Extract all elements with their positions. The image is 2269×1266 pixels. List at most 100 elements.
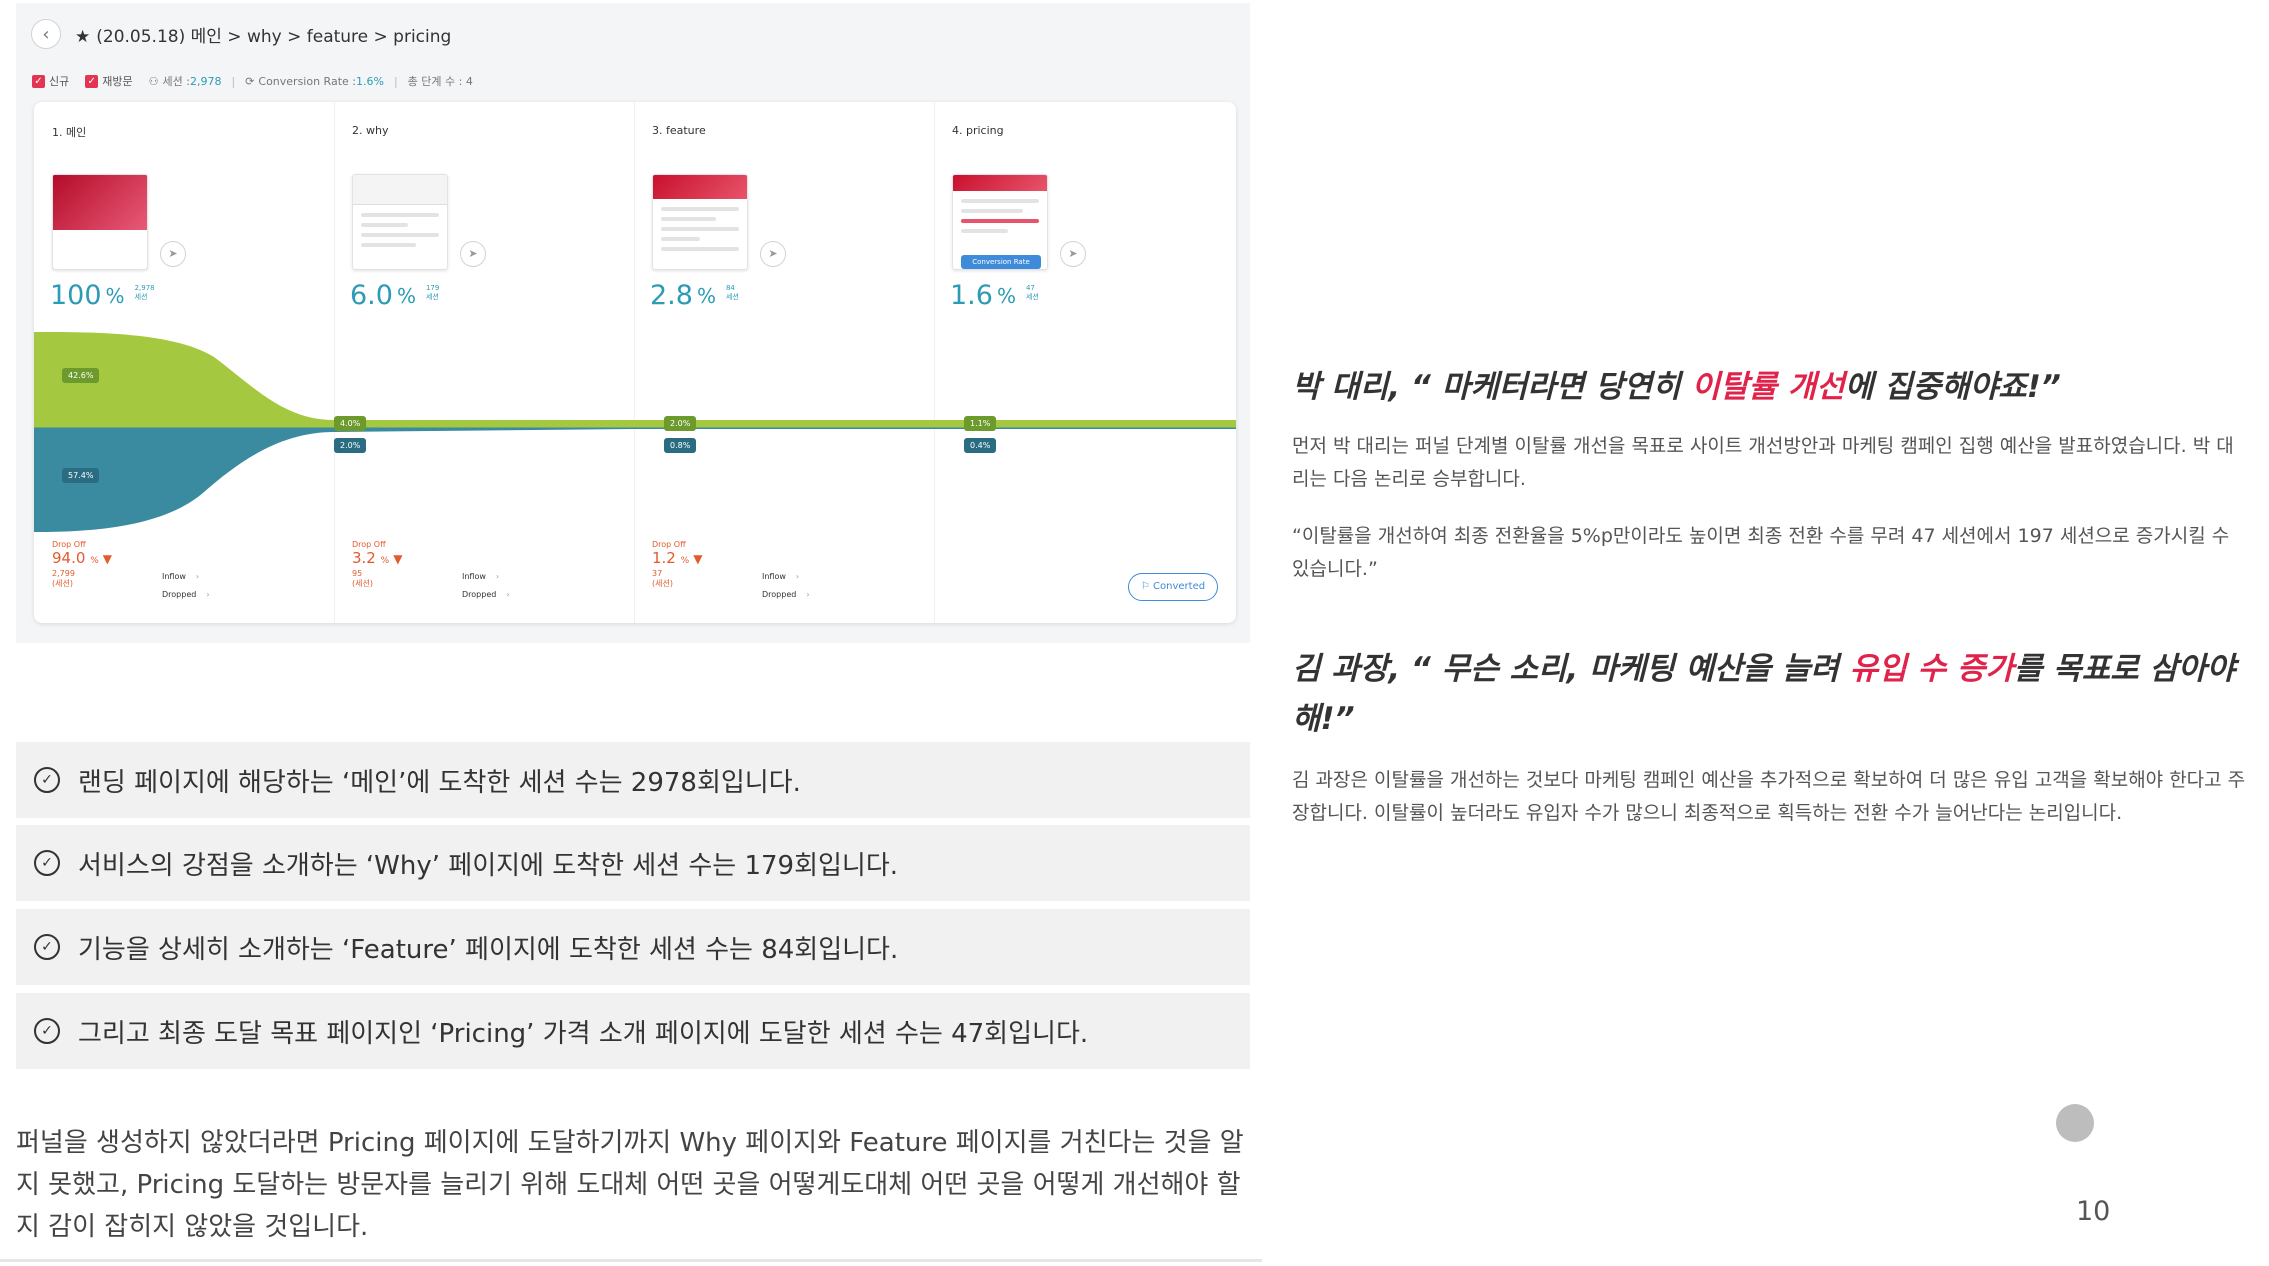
scroll-indicator[interactable] <box>2056 1104 2094 1142</box>
funnel-title: ★ (20.05.18) 메인 > why > feature > pricing <box>75 22 451 47</box>
inflow-label: Inflow <box>762 572 786 581</box>
returning-checkbox[interactable]: ✓ <box>85 74 99 88</box>
funnel-step-pricing: 4. pricing Conversion Rate ➤ 1.6 % 47 세션 … <box>934 102 1234 623</box>
step-label: 1. 메인 <box>52 126 87 139</box>
next-step-button[interactable]: ➤ <box>460 241 486 267</box>
step-session-count: 2,978 세션 <box>135 284 155 302</box>
divider <box>0 1259 1262 1262</box>
quote-pre: 김 과장, “ 무슨 소리, 마케팅 예산을 늘려 <box>1292 651 1850 687</box>
drop-off-block: Drop Off 94.0 % ▼ 2,799 (세션) Inflow › Dropp… <box>52 540 332 620</box>
drop-pct-value: 3.2 <box>352 549 376 567</box>
step-session-count: 179 세션 <box>426 284 439 302</box>
step-conversion: 2.8 % 84 세션 <box>650 280 739 311</box>
next-step-button[interactable]: ➤ <box>160 241 186 267</box>
sessions-label: 세션 : <box>162 75 190 88</box>
session-unit: 세션 <box>425 293 439 301</box>
drop-off-label: Drop Off <box>52 540 86 549</box>
session-unit: 세션 <box>725 293 739 301</box>
drop-off-percent: 1.2 % ▼ <box>652 549 703 567</box>
flow-links: Inflow › Dropped › <box>462 568 510 604</box>
drop-off-block: Drop Off 1.2 % ▼ 37 (세션) Inflow › Dropped › <box>652 540 932 620</box>
chevron-left-icon: ‹ <box>42 23 50 45</box>
drop-badge: 0.4% <box>964 438 997 453</box>
quote-pre: 박 대리, “ 마케터라면 당연히 <box>1292 369 1692 405</box>
new-checkbox-label: 신규 <box>49 75 70 88</box>
returning-checkbox-label: 재방문 <box>102 75 133 88</box>
list-item-text: 기능을 상세히 소개하는 ‘Feature’ 페이지에 도착한 세션 수는 84… <box>78 934 899 965</box>
star-icon[interactable]: ★ <box>75 27 90 47</box>
down-arrow-icon: ▼ <box>102 552 112 566</box>
percent-sign: % <box>696 284 716 308</box>
down-arrow-icon: ▼ <box>693 552 703 566</box>
users-icon: ⚇ <box>148 74 159 88</box>
divider: | <box>393 74 398 88</box>
funnel-header: ‹ ★ (20.05.18) 메인 > why > feature > prici… <box>31 17 451 51</box>
drop-off-percent: 94.0 % ▼ <box>52 549 112 567</box>
quote-heading-park: 박 대리, “ 마케터라면 당연히 이탈률 개선에 집중해야죠!” <box>1292 362 2252 412</box>
dropped-link[interactable]: Dropped › <box>162 586 210 604</box>
drop-count-unit: (세션) <box>652 579 673 588</box>
session-count: 2,978 <box>134 284 155 292</box>
funnel-screenshot: ‹ ★ (20.05.18) 메인 > why > feature > prici… <box>16 3 1250 643</box>
drop-pct-value: 1.2 <box>652 549 676 567</box>
drop-off-label: Drop Off <box>652 540 686 549</box>
back-button[interactable]: ‹ <box>31 19 61 49</box>
inflow-link[interactable]: Inflow › <box>462 568 510 586</box>
next-step-button[interactable]: ➤ <box>760 241 786 267</box>
drop-count-value: 2,799 <box>52 569 75 578</box>
list-item-text: 그리고 최종 도달 목표 페이지인 ‘Pricing’ 가격 소개 페이지에 도… <box>78 1018 1089 1049</box>
step-conversion: 100 % 2,978 세션 <box>50 280 155 311</box>
percent-sign: % <box>996 284 1016 308</box>
flow-links: Inflow › Dropped › <box>162 568 210 604</box>
check-circle-icon: ✓ <box>34 1018 60 1044</box>
refresh-icon: ⟳ <box>245 74 255 88</box>
list-item: ✓ 랜딩 페이지에 해당하는 ‘메인’에 도착한 세션 수는 2978회입니다. <box>16 742 1250 818</box>
converted-button[interactable]: ⚐ Converted <box>1128 573 1218 601</box>
session-unit: 세션 <box>1025 293 1039 301</box>
step-session-count: 47 세션 <box>1026 284 1039 302</box>
step-conversion: 6.0 % 179 세션 <box>350 280 439 311</box>
drop-off-label: Drop Off <box>352 540 386 549</box>
drop-badge: 2.0% <box>334 438 367 453</box>
sessions-value: 2,978 <box>189 74 222 88</box>
quote-heading-kim: 김 과장, “ 무슨 소리, 마케팅 예산을 늘려 유입 수 증가를 목표로 삼… <box>1292 644 2252 744</box>
session-count: 179 <box>425 284 440 292</box>
drop-badge: 57.4% <box>62 468 100 483</box>
dropped-link[interactable]: Dropped › <box>762 586 810 604</box>
page-thumbnail[interactable]: Conversion Rate <box>952 174 1048 270</box>
dropped-label: Dropped <box>162 590 197 599</box>
session-unit: 세션 <box>134 293 148 301</box>
inflow-badge: 2.0% <box>664 416 697 431</box>
summary-paragraph: 퍼널을 생성하지 않았더라면 Pricing 페이지에 도달하기까지 Why 페… <box>16 1128 1244 1242</box>
paragraph-park-intro: 먼저 박 대리는 퍼널 단계별 이탈률 개선을 목표로 사이트 개선방안과 마케… <box>1292 435 2234 490</box>
new-checkbox[interactable]: ✓ <box>32 74 45 88</box>
next-step-button[interactable]: ➤ <box>1060 241 1086 267</box>
list-item-text: 랜딩 페이지에 해당하는 ‘메인’에 도착한 세션 수는 2978회입니다. <box>78 767 801 798</box>
page-thumbnail[interactable] <box>352 174 448 270</box>
drop-pct-value: 94.0 <box>52 549 86 567</box>
step-percent: 2.8 <box>650 280 693 311</box>
step-label: 2. why <box>352 124 389 137</box>
list-item: ✓ 그리고 최종 도달 목표 페이지인 ‘Pricing’ 가격 소개 페이지에… <box>16 993 1250 1069</box>
inflow-label: Inflow <box>462 572 486 581</box>
page-thumbnail[interactable] <box>652 174 748 270</box>
funnel-title-text: (20.05.18) 메인 > why > feature > pricing <box>96 26 452 47</box>
page-thumbnail[interactable] <box>52 174 148 270</box>
drop-count-unit: (세션) <box>52 579 73 588</box>
funnel-step-feature: 3. feature ➤ 2.8 % 84 세션 2.0% 0.8% Drop O… <box>634 102 934 623</box>
paragraph-park-quote: “이탈률을 개선하여 최종 전환율을 5%p만이라도 높이면 최종 전환 수를 … <box>1292 525 2230 580</box>
page-number: 10 <box>2076 1196 2111 1227</box>
dropped-link[interactable]: Dropped › <box>462 586 510 604</box>
paragraph-kim: 김 과장은 이탈률을 개선하는 것보다 마케팅 캠페인 예산을 추가적으로 확보… <box>1292 769 2246 824</box>
drop-off-percent: 3.2 % ▼ <box>352 549 403 567</box>
quote-highlight: 이탈률 개선 <box>1691 369 1845 405</box>
down-arrow-icon: ▼ <box>393 552 403 566</box>
step-percent: 1.6 <box>950 280 993 311</box>
inflow-link[interactable]: Inflow › <box>762 568 810 586</box>
inflow-link[interactable]: Inflow › <box>162 568 210 586</box>
session-count: 84 <box>725 284 735 292</box>
conversion-value: 1.6% <box>355 74 384 88</box>
funnel-card: 1. 메인 ➤ 100 % 2,978 세션 42.6% 57.4% Drop O… <box>34 102 1236 623</box>
step-percent: 100 <box>50 280 102 311</box>
funnel-step-main: 1. 메인 ➤ 100 % 2,978 세션 42.6% 57.4% Drop O… <box>34 102 334 623</box>
